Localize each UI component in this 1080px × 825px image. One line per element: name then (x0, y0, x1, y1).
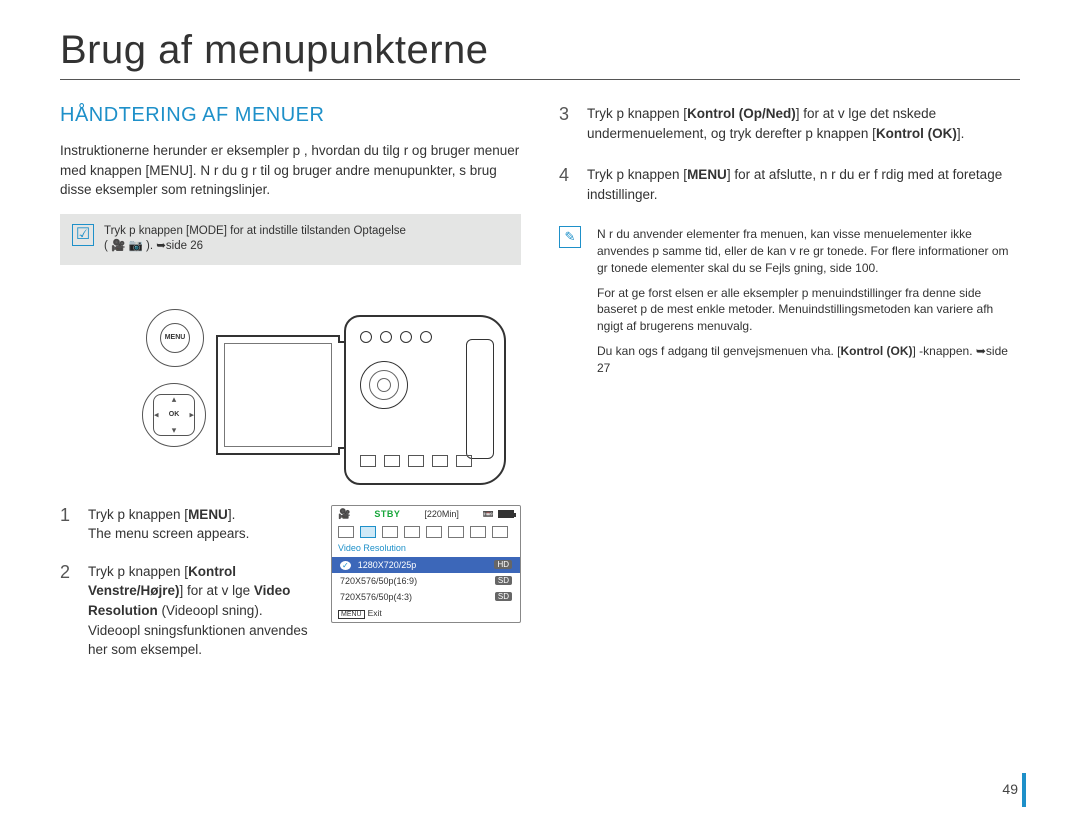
battery-latch (466, 339, 494, 459)
menu-button-label: MENU (165, 334, 186, 341)
lcd-item-1-label: 1280X720/25p (358, 560, 417, 570)
step-1: 1 Tryk p knappen [MENU]. The menu screen… (60, 505, 315, 544)
step-3: 3 Tryk p knappen [Kontrol (Op/Ned)] for … (559, 104, 1020, 143)
step-1-sub: The menu screen appears. (88, 526, 249, 541)
lcd-exit-menu-box: MENU (338, 610, 365, 619)
page-title: Brug af menupunkterne (60, 28, 1020, 80)
step-1-bold: MENU (188, 507, 228, 522)
lcd-section-title: Video Resolution (332, 541, 520, 557)
camcorder-flip-screen (216, 335, 340, 455)
step-3-text-e: ]. (957, 126, 965, 141)
lcd-stby-label: STBY (374, 509, 400, 519)
note-paragraph-2: For at ge forst elsen er alle eksempler … (597, 285, 1020, 335)
check-icon: ☑ (72, 224, 94, 246)
lcd-item-3-badge: SD (495, 592, 512, 601)
camcorder-main-body (344, 315, 506, 485)
step-3-text-a: Tryk p knappen [ (587, 106, 687, 121)
lcd-item-1-badge: HD (494, 560, 512, 569)
note-paragraph-1: N r du anvender elementer fra menuen, ka… (597, 226, 1020, 276)
step-2-sub: Videoopl sningsfunktionen anvendes her s… (88, 623, 308, 658)
step-1-text-a: Tryk p knappen [ (88, 507, 188, 522)
lcd-battery-icon: 📼 (483, 509, 514, 520)
step-2-text-a: Tryk p knappen [ (88, 564, 188, 579)
lcd-exit-label: Exit (368, 608, 382, 618)
lcd-item-2-label: 720X576/50p(16:9) (340, 576, 417, 586)
step-4: 4 Tryk p knappen [MENU] for at afslutte,… (559, 165, 1020, 204)
step-3-bold-2: Kontrol (OK) (876, 126, 957, 141)
arrow-left-icon: ◂ (154, 409, 159, 420)
lcd-item-3-label: 720X576/50p(4:3) (340, 592, 412, 602)
camcorder-body (216, 315, 506, 485)
step-2-text-e: (Videoopl sning). (158, 603, 263, 618)
step-4-bold: MENU (687, 167, 727, 182)
intro-paragraph: Instruktionerne herunder er eksempler p … (60, 141, 521, 200)
camcorder-speaker (360, 361, 408, 409)
ok-dpad-callout: OK ▴ ▾ ◂ ▸ (142, 383, 206, 447)
arrow-up-icon: ▴ (172, 394, 177, 405)
lcd-tab-row (332, 523, 520, 541)
step-1-number: 1 (60, 505, 76, 544)
page-number: 49 (1002, 781, 1018, 797)
section-heading: HÅNDTERING AF MENUER (60, 104, 521, 127)
lcd-item-3: 720X576/50p(4:3) SD (332, 589, 520, 605)
note-line1: Tryk p knappen [MODE] for at indstille t… (104, 225, 406, 237)
step-4-text-a: Tryk p knappen [ (587, 167, 687, 182)
step-2: 2 Tryk p knappen [Kontrol Venstre/Højre)… (60, 562, 315, 660)
pencil-icon: ✎ (559, 226, 581, 248)
lcd-resolution-list: 1280X720/25p HD 720X576/50p(16:9) SD 720… (332, 557, 520, 605)
lcd-screenshot: 🎥 STBY [220Min] 📼 Video Resolution 1280X… (331, 505, 521, 623)
note-paragraph-3: Du kan ogs f adgang til genvejsmenuen vh… (597, 343, 1020, 377)
lcd-time-remaining: [220Min] (424, 509, 459, 519)
page-number-accent (1022, 773, 1026, 807)
step-1-text-c: ]. (228, 507, 236, 522)
lcd-item-2-badge: SD (495, 576, 512, 585)
ok-button-label: OK (169, 411, 180, 418)
step-3-number: 3 (559, 104, 575, 143)
menu-button-callout: MENU (146, 309, 204, 367)
lcd-exit-row: MENUExit (332, 605, 520, 622)
lcd-item-2: 720X576/50p(16:9) SD (332, 573, 520, 589)
step-3-bold-1: Kontrol (Op/Ned) (687, 106, 796, 121)
lcd-item-1: 1280X720/25p HD (332, 557, 520, 573)
step-2-text-c: ] for at v lge (180, 583, 254, 598)
port-row (360, 455, 454, 473)
mode-note-box: ☑ Tryk p knappen [MODE] for at indstille… (60, 214, 521, 265)
step-4-number: 4 (559, 165, 575, 204)
info-note-box: ✎ N r du anvender elementer fra menuen, … (559, 226, 1020, 384)
note-line2: ( 🎥 📷 ). ➥side 26 (104, 240, 203, 252)
camcorder-illustration: MENU OK ▴ ▾ ◂ ▸ (60, 275, 521, 505)
arrow-right-icon: ▸ (189, 409, 194, 420)
arrow-down-icon: ▾ (172, 425, 177, 436)
step-2-number: 2 (60, 562, 76, 660)
